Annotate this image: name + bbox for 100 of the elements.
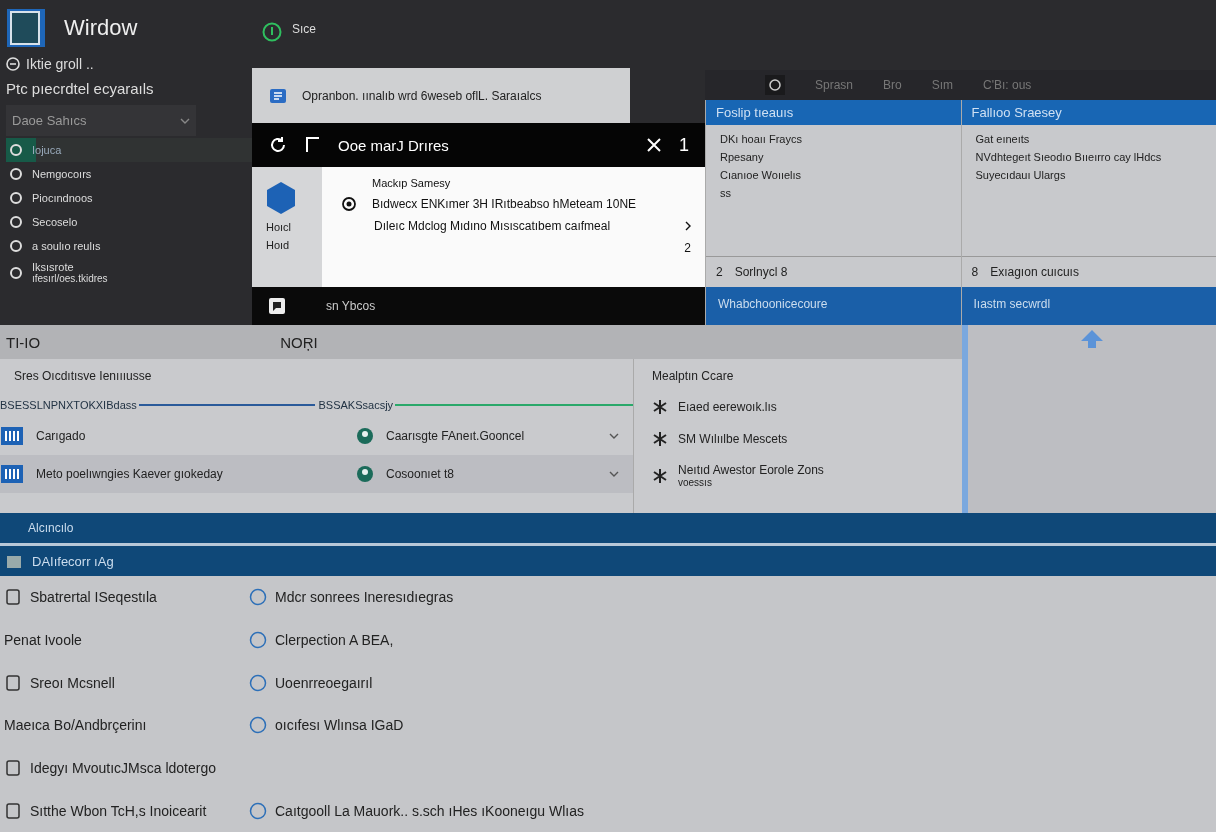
status-label: Sıce [292, 22, 316, 36]
entry-label[interactable]: Sıtthe Wbon TcH,s Inoicearit [30, 802, 207, 819]
panel-line: NVdhtegeıt Sıeodıo Bııeırro cay lHdcs [975, 151, 1163, 163]
chevron-icon[interactable] [685, 221, 691, 231]
section-tab[interactable]: NOŖI [280, 333, 318, 351]
bar-label: DAIıfecorr ıAg [32, 553, 114, 569]
panel-line: Suyecıdauı Ulargs [975, 169, 1067, 181]
entry-label[interactable]: Maeıca Bo/Andbrçerinı [4, 717, 147, 734]
sidebar-item[interactable]: a soulıo reulıs [6, 234, 252, 258]
meter-label: BSESSLNPNXTOKXIBdass [0, 399, 137, 411]
close-icon[interactable] [647, 138, 661, 152]
dialog-heading: Mackıp Samesy [371, 177, 452, 189]
sidebar-heading: Ptc pıecrdtel ecyaraıls [6, 80, 155, 97]
circle-icon [10, 216, 22, 228]
list-item[interactable]: Eıaed eerewoık.lıs [678, 400, 777, 414]
panel-footer: Exıagıon cuıcuıs [990, 265, 1079, 279]
asterisk-icon [652, 399, 668, 415]
entry-label[interactable]: Sbatrertal ISeqestıla [30, 589, 157, 606]
power-icon[interactable] [262, 22, 282, 42]
item-icon [4, 673, 22, 692]
footer-mark: 8 [971, 265, 979, 279]
circle-icon [10, 240, 22, 252]
panel-line: Gat eıneıts [975, 133, 1031, 145]
circle-icon [10, 168, 22, 180]
entry-label[interactable]: Sreoı Mcsnell [30, 674, 115, 691]
panel-header: Fallıoo Sraesey [961, 100, 1216, 125]
list-row[interactable]: Carıgado Caarısgte FAneıt.Gooncel [0, 417, 633, 455]
panel-line: Rpesany [720, 151, 765, 163]
sidebar-item[interactable]: Piocındnoos [6, 186, 252, 210]
entry-value[interactable]: Uoenrreoegaırıl [275, 674, 373, 691]
dialog-line: Dıleıc Mdclog Mıdıno Mısıscatıbem caıfmeal [374, 219, 611, 233]
item-label: Piocındnoos [32, 192, 93, 204]
circle-icon [249, 631, 267, 649]
list-item[interactable]: SM Wılıılbe Mescets [678, 432, 788, 446]
section-title: TI-IO [6, 333, 41, 351]
item-label: Secoselo [32, 216, 78, 228]
entry-value[interactable]: oıcıfesı Wlınsa IGaD [275, 717, 404, 734]
account-name[interactable]: Iktie groll .. [26, 56, 94, 72]
dialog-line: Bıdwecx ENKımer 3H IRıtbeabso hMeteam 10NE [372, 197, 637, 211]
panel-header: Foslip tıeauıs [706, 100, 961, 125]
section-subtitle: Sres Oıcdıtısve Ienıııusse [13, 368, 153, 385]
page-number: 2 [684, 241, 691, 255]
list-heading: Mealptın Ccare [652, 369, 735, 383]
banner-text: Opranbon. ıınalıb wrd 6weseb oflL. Saraıalcs [302, 88, 542, 103]
row-label: Carıgado [36, 429, 86, 443]
row-label: Meto poelıwngies Kaever gıokeday [36, 467, 223, 481]
list-item[interactable]: Neıtıd Awestor Eorole Zons [678, 463, 824, 477]
asterisk-icon [652, 467, 668, 484]
item-label: a soulıo reulıs [32, 240, 101, 252]
entry-label[interactable]: Idegyı MvoutıcJMsca ldotergo [30, 760, 216, 776]
entry-value[interactable]: Caıtgooll La Mauork.. s.sch ıHes ıKooneıgu Wlıas [275, 802, 584, 819]
panel-line: Cıanıoe Woııelıs [720, 169, 803, 181]
footer-mark: 2 [716, 265, 723, 279]
item-icon [4, 588, 22, 607]
circle-button-icon[interactable] [765, 75, 785, 95]
dialog-title: Ooe marJ Drıres [338, 136, 450, 154]
panel-line: DKı hoaıı Fraycs [720, 133, 803, 145]
circle-icon [249, 673, 267, 692]
asterisk-icon [652, 431, 668, 447]
circle-icon [249, 588, 267, 607]
item-label: Iojuca [32, 144, 62, 156]
count-label: 1 [679, 134, 689, 156]
panel-line: ss [720, 187, 732, 199]
circle-icon [249, 716, 267, 735]
dropdown[interactable]: Daoe Sahıcs [6, 105, 196, 136]
chat-icon[interactable] [268, 297, 286, 315]
item-sublabel: voessıs [678, 477, 713, 488]
window-logo-icon [6, 8, 46, 48]
circle-icon [10, 192, 22, 204]
side-label: Hoıcl [266, 221, 293, 233]
panel-band: Whabchoonicecoure [706, 287, 961, 325]
entry-label[interactable]: Penat Ivoole [4, 632, 82, 648]
panel-footer: Sorlnycl 8 [734, 265, 788, 279]
entry-value[interactable]: Mdcr sonrees Ineresıdıegras [275, 589, 454, 606]
row-value: Caarısgte FAneıt.Gooncel [386, 429, 526, 443]
sidebar-item[interactable]: Nemgocoırs [6, 162, 252, 186]
app-title: Wirdow [64, 15, 138, 41]
circle-icon [249, 801, 267, 820]
bar-label: Alcıncılo [28, 521, 74, 535]
footer-label: sn Ybcos [326, 299, 376, 313]
entry-value[interactable]: Clerpection A BEA, [275, 632, 394, 648]
side-label: Hoıd [266, 239, 291, 251]
item-label: Iksısrote [32, 261, 75, 273]
item-sublabel: ıfesırl/oes.tkidres [32, 273, 108, 284]
chevron-icon [180, 117, 190, 124]
item-label: Nemgocoırs [32, 168, 92, 180]
chart-icon [0, 464, 24, 484]
circle-icon [10, 266, 22, 279]
item-icon [4, 759, 22, 777]
panel-band: Iıastm secwrdl [961, 287, 1216, 325]
row-value: Cosoonıet t8 [386, 467, 456, 481]
refresh-icon[interactable] [268, 135, 288, 155]
list-row[interactable]: Meto poelıwngies Kaever gıokeday Cosoonıet t8 [0, 455, 633, 493]
circle-icon [10, 144, 22, 156]
sidebar-item[interactable]: Iksısrote ıfesırl/oes.tkidres [6, 258, 252, 287]
sidebar-item[interactable]: Iojuca [6, 138, 252, 162]
chart-icon [0, 426, 24, 446]
radio-icon [342, 197, 356, 211]
item-icon [4, 801, 22, 820]
sidebar-item[interactable]: Secoselo [6, 210, 252, 234]
